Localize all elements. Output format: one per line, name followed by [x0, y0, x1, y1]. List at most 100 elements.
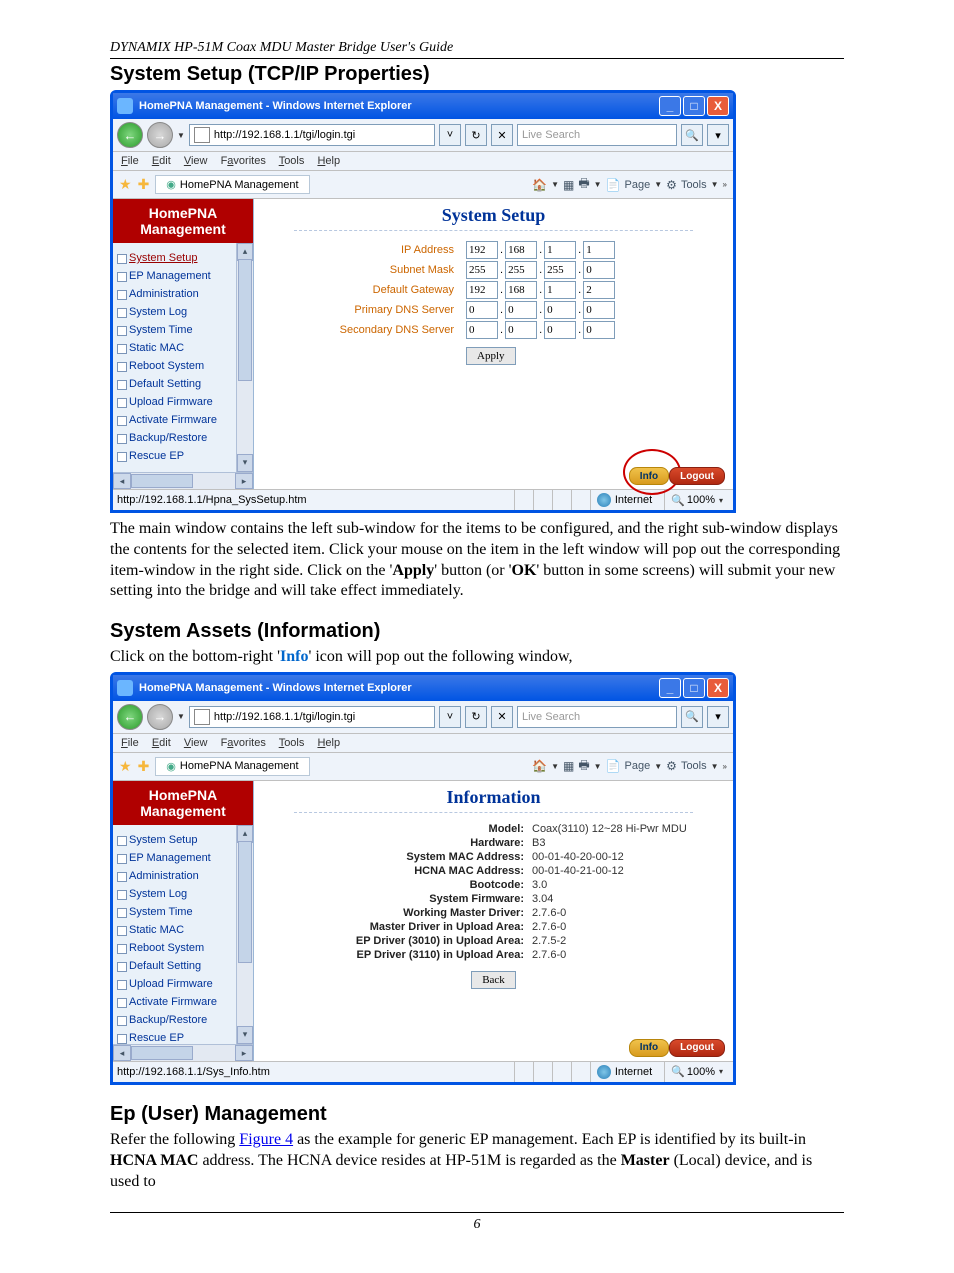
ip-octet-input[interactable] — [505, 301, 537, 319]
forward-button[interactable]: → — [147, 122, 173, 148]
sidebar-item[interactable]: EP Management — [129, 849, 253, 867]
favorites-star-icon[interactable]: ★ — [119, 176, 132, 193]
url-dropdown[interactable]: ˅ — [439, 124, 461, 146]
sidebar-item[interactable]: Administration — [129, 867, 253, 885]
favorites-star-icon[interactable]: ★ — [119, 758, 132, 775]
logout-pill-button[interactable]: Logout — [669, 1039, 725, 1057]
sidebar-item[interactable]: System Log — [129, 885, 253, 903]
ip-octet-input[interactable] — [583, 241, 615, 259]
chevron-right-icon[interactable]: » — [723, 180, 727, 189]
ip-octet-input[interactable] — [466, 241, 498, 259]
menu-edit[interactable]: Edit — [152, 155, 171, 167]
stop-button[interactable]: ✕ — [491, 124, 513, 146]
sidebar-item[interactable]: System Log — [129, 303, 253, 321]
ip-octet-input[interactable] — [583, 261, 615, 279]
ip-octet-input[interactable] — [583, 321, 615, 339]
menu-tools[interactable]: Tools — [279, 155, 305, 167]
info-pill-button[interactable]: Info — [629, 467, 669, 485]
menu-file[interactable]: File — [121, 155, 139, 167]
sidebar-item[interactable]: Backup/Restore — [129, 429, 253, 447]
apply-button[interactable]: Apply — [466, 347, 516, 365]
menu-file[interactable]: File — [121, 737, 139, 749]
logout-pill-button[interactable]: Logout — [669, 467, 725, 485]
sidebar-item[interactable]: EP Management — [129, 267, 253, 285]
ip-octet-input[interactable] — [505, 321, 537, 339]
menu-edit[interactable]: Edit — [152, 737, 171, 749]
sidebar-item[interactable]: Upload Firmware — [129, 393, 253, 411]
sidebar-item[interactable]: System Setup — [129, 249, 253, 267]
ip-octet-input[interactable] — [466, 281, 498, 299]
ip-octet-input[interactable] — [544, 301, 576, 319]
search-button[interactable]: 🔍 — [681, 706, 703, 728]
browser-tab[interactable]: ◉HomePNA Management — [155, 757, 309, 776]
close-button[interactable]: X — [707, 678, 729, 698]
url-dropdown[interactable]: ˅ — [439, 706, 461, 728]
sidebar-item[interactable]: Static MAC — [129, 339, 253, 357]
add-favorite-icon[interactable]: ✚ — [138, 758, 150, 775]
sidebar-item[interactable]: Default Setting — [129, 375, 253, 393]
maximize-button[interactable]: □ — [683, 96, 705, 116]
menu-favorites[interactable]: Favorites — [221, 737, 266, 749]
back-button[interactable]: ← — [117, 122, 143, 148]
print-icon[interactable]: 🖶 — [578, 756, 589, 777]
address-bar[interactable]: http://192.168.1.1/tgi/login.tgi — [189, 706, 435, 728]
browser-tab[interactable]: ◉HomePNA Management — [155, 175, 309, 194]
ip-octet-input[interactable] — [544, 261, 576, 279]
sidebar-item[interactable]: System Time — [129, 321, 253, 339]
refresh-button[interactable]: ↻ — [465, 706, 487, 728]
menu-favorites[interactable]: Favorites — [221, 155, 266, 167]
info-pill-button[interactable]: Info — [629, 1039, 669, 1057]
close-button[interactable]: X — [707, 96, 729, 116]
ip-octet-input[interactable] — [544, 281, 576, 299]
nav-dropdown-icon[interactable]: ▼ — [177, 712, 185, 721]
sidebar-item[interactable]: System Time — [129, 903, 253, 921]
menu-view[interactable]: View — [184, 155, 208, 167]
sidebar-item[interactable]: Static MAC — [129, 921, 253, 939]
tools-menu-icon[interactable]: ⚙ — [666, 178, 677, 192]
add-favorite-icon[interactable]: ✚ — [138, 176, 150, 193]
vertical-scrollbar[interactable]: ▴▾ — [236, 243, 253, 472]
ip-octet-input[interactable] — [583, 281, 615, 299]
sidebar-item[interactable]: Reboot System — [129, 939, 253, 957]
ip-octet-input[interactable] — [505, 241, 537, 259]
page-menu-icon[interactable]: 📄 — [606, 759, 621, 773]
menu-view[interactable]: View — [184, 737, 208, 749]
back-button[interactable]: ← — [117, 704, 143, 730]
ip-octet-input[interactable] — [544, 241, 576, 259]
search-dropdown[interactable]: ▾ — [707, 706, 729, 728]
chevron-right-icon[interactable]: » — [723, 762, 727, 771]
horizontal-scrollbar[interactable]: ◂▸ — [113, 1044, 253, 1061]
zoom-icon[interactable]: 🔍 — [671, 494, 685, 507]
sidebar-item[interactable]: Activate Firmware — [129, 993, 253, 1011]
sidebar-item[interactable]: Backup/Restore — [129, 1011, 253, 1029]
sidebar-item[interactable]: Rescue EP — [129, 1029, 253, 1044]
ip-octet-input[interactable] — [466, 301, 498, 319]
menu-help[interactable]: Help — [317, 155, 340, 167]
minimize-button[interactable]: _ — [659, 678, 681, 698]
forward-button[interactable]: → — [147, 704, 173, 730]
sidebar-item[interactable]: Default Setting — [129, 957, 253, 975]
stop-button[interactable]: ✕ — [491, 706, 513, 728]
nav-dropdown-icon[interactable]: ▼ — [177, 131, 185, 140]
tools-menu-icon[interactable]: ⚙ — [666, 759, 677, 773]
search-dropdown[interactable]: ▾ — [707, 124, 729, 146]
address-bar[interactable]: http://192.168.1.1/tgi/login.tgi — [189, 124, 435, 146]
ip-octet-input[interactable] — [466, 261, 498, 279]
ip-octet-input[interactable] — [505, 281, 537, 299]
sidebar-item[interactable]: Administration — [129, 285, 253, 303]
search-button[interactable]: 🔍 — [681, 124, 703, 146]
maximize-button[interactable]: □ — [683, 678, 705, 698]
ip-octet-input[interactable] — [505, 261, 537, 279]
search-input[interactable]: Live Search — [517, 124, 677, 146]
search-input[interactable]: Live Search — [517, 706, 677, 728]
ip-octet-input[interactable] — [583, 301, 615, 319]
ip-octet-input[interactable] — [466, 321, 498, 339]
home-icon[interactable]: 🏠 — [532, 178, 547, 192]
print-icon[interactable]: 🖶 — [578, 174, 589, 195]
sidebar-item[interactable]: Rescue EP — [129, 447, 253, 465]
sidebar-item[interactable]: Activate Firmware — [129, 411, 253, 429]
refresh-button[interactable]: ↻ — [465, 124, 487, 146]
ip-octet-input[interactable] — [544, 321, 576, 339]
vertical-scrollbar[interactable]: ▴▾ — [236, 825, 253, 1044]
zoom-icon[interactable]: 🔍 — [671, 1065, 685, 1078]
